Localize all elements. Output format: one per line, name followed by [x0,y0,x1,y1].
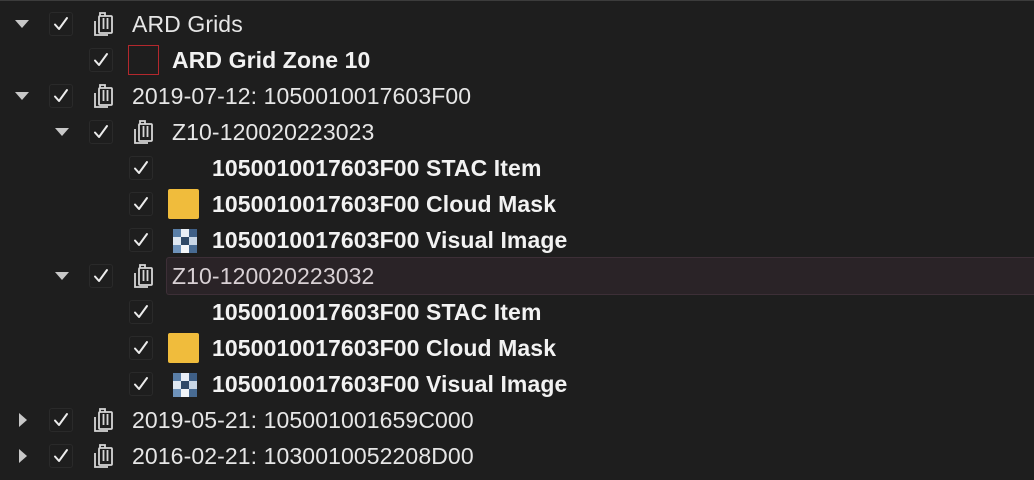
tree-label: ARD Grids [132,11,243,37]
visibility-checkbox[interactable] [129,372,153,396]
tree-label: 2019-07-12: 1050010017603F00 [132,83,472,109]
tree-label: 1050010017603F00 Visual Image [212,371,568,397]
tree-row-stac-item[interactable]: 1050010017603F00 STAC Item [0,294,1034,330]
tree-row-cloud-mask[interactable]: 1050010017603F00 Cloud Mask [0,186,1034,222]
tree-label: 1050010017603F00 STAC Item [212,155,542,181]
visibility-checkbox[interactable] [129,156,153,180]
layers-tree: ARD Grids ARD Grid Zone 10 2019-07-12: 1… [0,0,1034,480]
visibility-checkbox[interactable] [89,120,113,144]
tree-label: Z10-120020223023 [172,119,375,145]
fill-swatch-icon [168,333,199,363]
tree-label: 2019-05-21: 105001001659C000 [132,407,474,433]
visibility-checkbox[interactable] [129,300,153,324]
layer-group-icon [130,262,158,290]
chevron-right-icon[interactable] [10,438,34,474]
tree-label-selected[interactable]: Z10-120020223032 [166,257,1034,295]
tree-row-date-2016-02-21[interactable]: 2016-02-21: 1030010052208D00 [0,438,1034,474]
tree-label: 1050010017603F00 Visual Image [212,227,568,253]
tree-label: 1050010017603F00 Cloud Mask [212,335,557,361]
visibility-checkbox[interactable] [49,84,73,108]
visibility-checkbox[interactable] [129,228,153,252]
visibility-checkbox[interactable] [89,264,113,288]
tree-label: 2016-02-21: 1030010052208D00 [132,443,474,469]
tree-label: ARD Grid Zone 10 [172,47,371,73]
tree-row-date-2019-07-12[interactable]: 2019-07-12: 1050010017603F00 [0,78,1034,114]
tree-label: 1050010017603F00 STAC Item [212,299,542,325]
tree-row-ard-grid-zone-10[interactable]: ARD Grid Zone 10 [0,42,1034,78]
visibility-checkbox[interactable] [49,12,73,36]
visibility-checkbox[interactable] [129,336,153,360]
tree-row-visual-image[interactable]: 1050010017603F00 Visual Image [0,366,1034,402]
tree-row-stac-item[interactable]: 1050010017603F00 STAC Item [0,150,1034,186]
chevron-down-icon[interactable] [10,6,34,42]
chevron-right-icon[interactable] [10,402,34,438]
grid-outline-swatch-icon [128,45,159,75]
chevron-down-icon[interactable] [50,114,74,150]
tree-row-visual-image[interactable]: 1050010017603F00 Visual Image [0,222,1034,258]
chevron-down-icon[interactable] [10,78,34,114]
tree-row-date-2019-05-21[interactable]: 2019-05-21: 105001001659C000 [0,402,1034,438]
tree-row-ard-grids[interactable]: ARD Grids [0,6,1034,42]
tree-row-z10-120020223032[interactable]: Z10-120020223032 [0,257,1034,295]
layer-group-icon [90,442,118,470]
chevron-down-icon[interactable] [50,258,74,294]
tree-label: 1050010017603F00 Cloud Mask [212,191,557,217]
tree-row-cloud-mask[interactable]: 1050010017603F00 Cloud Mask [0,330,1034,366]
fill-swatch-icon [168,189,199,219]
visibility-checkbox[interactable] [49,444,73,468]
layer-group-icon [130,118,158,146]
visibility-checkbox[interactable] [129,192,153,216]
layer-group-icon [90,406,118,434]
layer-group-icon [90,10,118,38]
raster-image-icon [171,226,199,254]
layer-group-icon [90,82,118,110]
visibility-checkbox[interactable] [89,48,113,72]
raster-image-icon [171,370,199,398]
visibility-checkbox[interactable] [49,408,73,432]
tree-row-z10-120020223023[interactable]: Z10-120020223023 [0,114,1034,150]
